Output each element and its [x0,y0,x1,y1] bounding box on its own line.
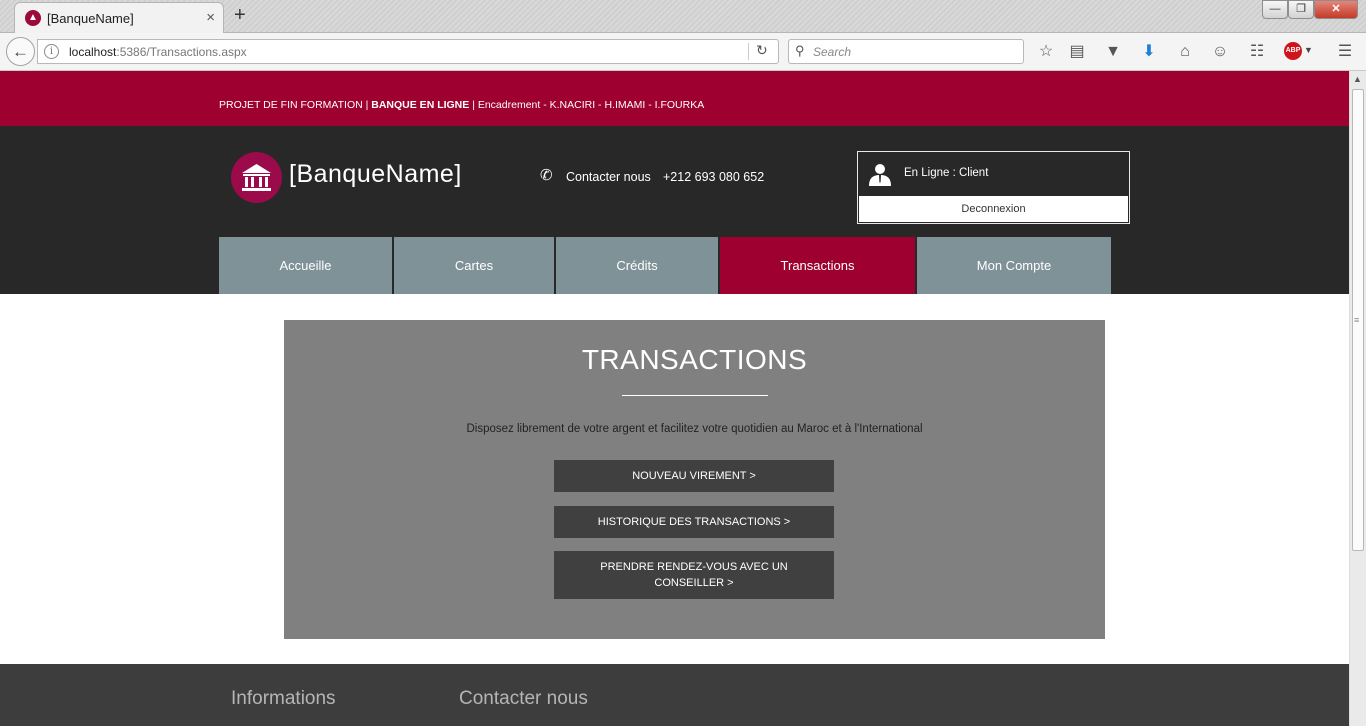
bank-name[interactable]: [BanqueName] [289,160,462,189]
reload-icon[interactable]: ↻ [756,42,768,59]
pocket-icon[interactable]: ▼ [1102,41,1124,63]
banner-text: PROJET DE FIN FORMATION | BANQUE EN LIGN… [219,99,705,111]
nav-item-mon-compte[interactable]: Mon Compte [917,237,1111,294]
url-text[interactable]: localhost:5386/Transactions.aspx [69,45,247,59]
user-panel: En Ligne : Client Deconnexion [857,151,1130,224]
window-close-button[interactable]: ✕ [1314,0,1358,19]
browser-toolbar: ← i localhost:5386/Transactions.aspx ↻ ⚲… [0,33,1366,71]
book-advisor-button[interactable]: PRENDRE RENDEZ-VOUS AVEC UN CONSEILLER > [554,551,834,599]
nav-item-cartes[interactable]: Cartes [394,237,554,294]
browser-tabbar: ▲ [BanqueName] × + — ❐ ✕ [0,0,1366,33]
nav-item-transactions[interactable]: Transactions [720,237,915,294]
scroll-up-icon[interactable]: ▲ [1353,74,1362,84]
back-arrow-icon[interactable]: ← [6,37,35,66]
transactions-panel: TRANSACTIONS Disposez librement de votre… [284,320,1105,639]
site-footer: Informations Contacter nous [0,664,1349,726]
user-icon [869,164,891,186]
page-scrollbar[interactable]: ▲ ≡ [1349,71,1366,726]
contact-label: Contacter nous [566,170,651,184]
close-tab-icon[interactable]: × [206,9,215,26]
page-title: TRANSACTIONS [581,344,808,375]
search-bar[interactable]: ⚲ Search [788,39,1024,64]
hamburger-menu-icon[interactable]: ☰ [1334,41,1356,63]
bank-logo-icon[interactable] [231,152,282,203]
download-icon[interactable]: ⬇ [1138,41,1160,63]
adblock-icon[interactable]: ABP [1284,42,1302,60]
search-input[interactable]: Search [813,45,851,59]
grip-icon: ≡ [1354,315,1360,325]
search-icon: ⚲ [795,43,805,58]
chat-icon[interactable]: ☺ [1209,41,1231,63]
footer-contact-title: Contacter nous [459,688,588,709]
user-status: En Ligne : Client [904,167,989,179]
tab-title: [BanqueName] [47,11,134,26]
nav-item-accueille[interactable]: Accueille [219,237,392,294]
info-icon[interactable]: i [44,44,59,59]
home-icon[interactable]: ⌂ [1174,41,1196,63]
site-header: [BanqueName] ✆ Contacter nous +212 693 0… [0,126,1349,294]
url-separator [748,43,749,60]
title-divider [622,395,768,396]
footer-informations-title: Informations [231,688,336,709]
globe-icon[interactable]: ☷ [1246,41,1268,63]
scroll-thumb[interactable]: ≡ [1352,89,1364,551]
phone-icon: ✆ [540,167,553,184]
browser-tab[interactable]: ▲ [BanqueName] × [14,2,224,33]
new-tab-icon[interactable]: + [234,4,246,27]
bookmarks-menu-icon[interactable]: ▤ [1066,41,1088,63]
project-banner: PROJET DE FIN FORMATION | BANQUE EN LIGN… [0,71,1349,126]
window-maximize-button[interactable]: ❐ [1288,0,1314,19]
bank-favicon-icon: ▲ [25,10,41,26]
transaction-history-button[interactable]: HISTORIQUE DES TRANSACTIONS > [554,506,834,538]
window-minimize-button[interactable]: — [1262,0,1288,19]
bookmark-star-icon[interactable]: ☆ [1035,41,1057,63]
contact-phone: +212 693 080 652 [663,170,765,184]
address-bar[interactable]: i localhost:5386/Transactions.aspx ↻ [37,39,779,64]
page-subtitle: Disposez librement de votre argent et fa… [466,423,923,435]
chevron-down-icon[interactable]: ▼ [1304,45,1313,55]
nav-item-credits[interactable]: Crédits [556,237,718,294]
logout-button[interactable]: Deconnexion [859,196,1128,222]
new-transfer-button[interactable]: NOUVEAU VIREMENT > [554,460,834,492]
